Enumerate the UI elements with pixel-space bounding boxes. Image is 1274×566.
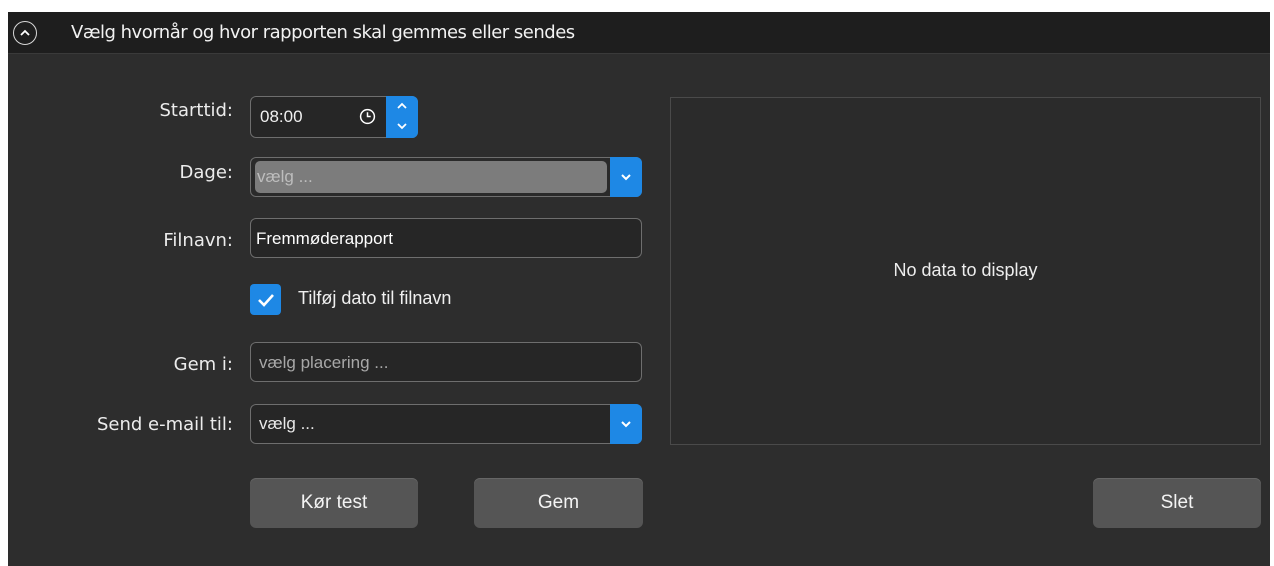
- spin-down-icon[interactable]: [395, 119, 409, 133]
- clock-icon: [359, 108, 376, 125]
- run-test-button[interactable]: Kør test: [250, 478, 418, 528]
- chevron-up-icon: [20, 29, 30, 36]
- save-button[interactable]: Gem: [474, 478, 643, 528]
- time-spinner[interactable]: [386, 96, 418, 138]
- add-date-label[interactable]: Tilføj dato til filnavn: [298, 288, 451, 309]
- add-date-checkbox[interactable]: [250, 284, 281, 315]
- email-dropdown[interactable]: vælg ...: [250, 404, 642, 444]
- filename-label: Filnavn:: [163, 230, 233, 251]
- start-time-input[interactable]: 08:00: [250, 96, 418, 138]
- no-data-message: No data to display: [893, 260, 1038, 280]
- panel-title: Vælg hvornår og hvor rapporten skal gemm…: [71, 22, 575, 43]
- schedule-panel: Vælg hvornår og hvor rapporten skal gemm…: [8, 12, 1270, 566]
- chevron-down-icon: [621, 174, 631, 181]
- days-placeholder: vælg ...: [257, 167, 313, 186]
- preview-area: No data to display: [670, 97, 1261, 445]
- filename-input[interactable]: Fremmøderapport: [250, 218, 642, 258]
- filename-value: Fremmøderapport: [256, 229, 393, 248]
- panel-header[interactable]: Vælg hvornår og hvor rapporten skal gemm…: [8, 12, 1270, 54]
- save-location-placeholder: vælg placering ...: [259, 353, 389, 372]
- start-time-value: 08:00: [260, 107, 303, 126]
- email-placeholder: vælg ...: [259, 414, 315, 433]
- days-dropdown-button[interactable]: [610, 157, 642, 197]
- checkmark-icon: [257, 293, 274, 307]
- start-time-label: Starttid:: [159, 100, 233, 121]
- days-dropdown[interactable]: vælg ...: [250, 157, 642, 197]
- email-label: Send e-mail til:: [96, 414, 233, 435]
- save-location-input[interactable]: vælg placering ...: [250, 342, 642, 382]
- chevron-down-icon: [621, 421, 631, 428]
- email-dropdown-button[interactable]: [610, 404, 642, 444]
- delete-button[interactable]: Slet: [1093, 478, 1261, 528]
- collapse-button[interactable]: [13, 21, 37, 45]
- save-in-label: Gem i:: [173, 354, 233, 375]
- spin-up-icon[interactable]: [395, 99, 409, 113]
- days-label: Dage:: [179, 162, 233, 183]
